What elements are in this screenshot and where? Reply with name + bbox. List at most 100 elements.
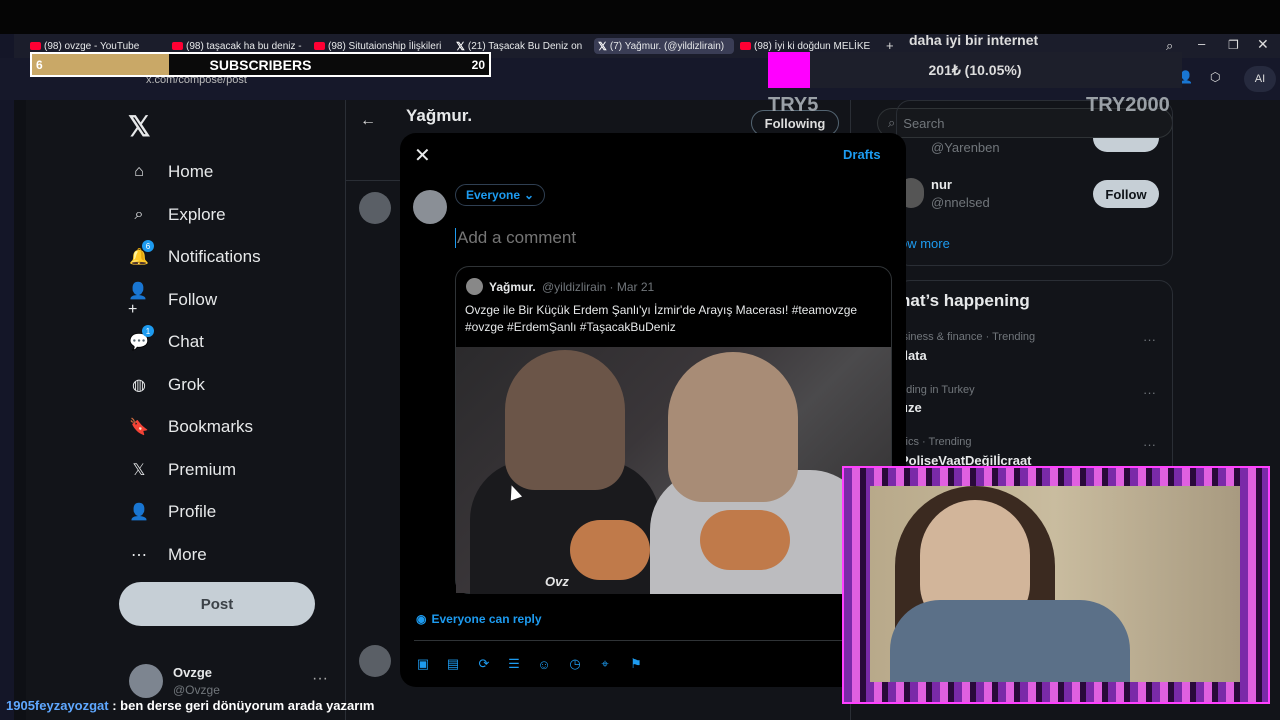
- donation-max-label: TRY2000: [1086, 94, 1170, 116]
- x-icon: 𝕏: [132, 461, 146, 479]
- extension-icon[interactable]: ⬡: [1210, 70, 1230, 90]
- show-more-link[interactable]: ow more: [900, 236, 950, 251]
- browser-side-rail: [0, 34, 14, 720]
- gif-icon[interactable]: ▤: [445, 656, 461, 672]
- x-icon: 𝕏: [456, 40, 465, 53]
- trend-more-icon[interactable]: ···: [1143, 437, 1156, 452]
- sidebar-item-label: More: [168, 544, 207, 564]
- avatar: [359, 192, 391, 224]
- sidebar-item-profile[interactable]: 👤 Profile: [128, 497, 216, 527]
- donation-min-label: TRY5: [768, 94, 819, 116]
- sidebar-item-label: Grok: [168, 374, 205, 394]
- chevron-down-icon: ⌄: [524, 188, 535, 202]
- trend-meta: nding in Turkey: [900, 384, 975, 396]
- reply-setting-button[interactable]: ◉ Everyone can reply: [416, 612, 542, 626]
- bookmark-icon: 🔖: [129, 419, 149, 436]
- back-arrow-icon[interactable]: ←: [360, 112, 376, 130]
- notification-badge: 1: [142, 325, 154, 337]
- sidebar-item-label: Explore: [168, 204, 226, 224]
- avatar: [413, 190, 447, 224]
- sidebar-item-follow[interactable]: 👤+ Follow: [128, 283, 218, 318]
- sidebar-item-grok[interactable]: ◍ Grok: [128, 370, 205, 400]
- poll-icon[interactable]: ☰: [506, 656, 522, 672]
- post-button[interactable]: Post: [119, 582, 315, 626]
- drafts-button[interactable]: Drafts: [843, 147, 881, 162]
- sidebar-item-label: Chat: [168, 332, 204, 351]
- tab-5[interactable]: 𝕏 (7) Yağmur. (@yildizlirain): [594, 38, 734, 54]
- sidebar-item-home[interactable]: ⌂ Home: [128, 157, 213, 187]
- donation-goal-value: 201₺ (10.05%): [928, 62, 1022, 78]
- search-icon: ⌕: [888, 115, 896, 130]
- divider: [414, 640, 892, 641]
- notification-badge: 6: [142, 240, 154, 252]
- subscriber-goal: 20: [471, 58, 485, 72]
- grok-icon: ◍: [132, 376, 146, 394]
- sidebar-item-explore[interactable]: ⌕ Explore: [128, 200, 226, 230]
- sidebar-item-chat[interactable]: 💬 1 Chat: [128, 325, 204, 357]
- sidebar-item-label: Home: [168, 162, 214, 181]
- media-icon[interactable]: ▣: [415, 656, 431, 672]
- suggestion-name: nur: [931, 177, 952, 192]
- avatar[interactable]: [129, 664, 163, 698]
- location-icon[interactable]: ⌖: [597, 656, 613, 672]
- stream-chat-message: 1905feyzayozgat : ben derse geri dönüyor…: [6, 698, 374, 713]
- avatar: [359, 645, 391, 677]
- image-content: [668, 352, 798, 502]
- follow-button[interactable]: Follow: [1093, 180, 1159, 208]
- trend-meta: itics · Trending: [900, 436, 972, 448]
- audience-selector[interactable]: Everyone ⌄: [455, 184, 546, 206]
- ai-button[interactable]: AI: [1244, 66, 1276, 92]
- video-watermark: Ovz: [545, 574, 569, 589]
- more-icon: ⋯: [131, 546, 147, 564]
- x-logo-icon[interactable]: 𝕏: [128, 110, 151, 143]
- grok-icon[interactable]: ⟳: [476, 656, 492, 672]
- flag-icon[interactable]: ⚑: [628, 656, 644, 672]
- image-content: [570, 520, 650, 580]
- youtube-icon: [172, 42, 183, 50]
- sidebar-item-more[interactable]: ⋯ More: [128, 540, 207, 570]
- maximize-icon[interactable]: ❐: [1228, 38, 1239, 52]
- chat-icon: 💬 1: [128, 325, 154, 353]
- youtube-icon: [314, 42, 325, 50]
- sidebar-item-notifications[interactable]: 🔔 6 Notifications: [128, 240, 261, 272]
- account-more-icon[interactable]: ···: [312, 670, 328, 688]
- youtube-icon: [740, 42, 751, 50]
- trend-more-icon[interactable]: ···: [1143, 332, 1156, 347]
- account-handle: @Ovzge: [173, 683, 220, 697]
- new-tab-button[interactable]: +: [886, 38, 894, 53]
- quote-text: Ovzge ile Bir Küçük Erdem Şanlı'yı İzmir…: [465, 303, 858, 334]
- sidebar-item-label: Follow: [168, 289, 218, 309]
- sidebar-item-label: Premium: [168, 459, 237, 479]
- compose-textarea[interactable]: [455, 228, 875, 248]
- quote-author-handle: @yildizlirain · Mar 21: [542, 280, 655, 294]
- trend-more-icon[interactable]: ···: [1143, 385, 1156, 400]
- image-content: [700, 510, 790, 570]
- stream-top-bar: [0, 0, 1280, 34]
- sidebar-item-premium[interactable]: 𝕏 Premium: [128, 455, 236, 485]
- close-window-icon[interactable]: ✕: [1257, 36, 1269, 53]
- sidebar-item-label: Notifications: [168, 247, 261, 266]
- image-content: [505, 350, 625, 490]
- emoji-icon[interactable]: ☺: [536, 656, 552, 672]
- person-icon: 👤: [129, 504, 149, 521]
- home-icon: ⌂: [134, 163, 144, 180]
- subscriber-label: SUBSCRIBERS: [209, 57, 312, 73]
- schedule-icon[interactable]: ◷: [567, 656, 583, 672]
- follow-button[interactable]: [1093, 138, 1159, 152]
- suggestion-handle: @Yarenben: [931, 140, 1000, 155]
- x-icon: 𝕏: [598, 40, 607, 53]
- suggestion-handle: @nnelsed: [931, 195, 990, 210]
- trend-meta: isiness & finance · Trending: [900, 331, 1036, 343]
- avatar: [466, 278, 483, 295]
- close-icon[interactable]: ✕: [414, 143, 431, 168]
- chat-username: 1905feyzayozgat: [6, 698, 109, 713]
- globe-icon: ◉: [416, 612, 427, 626]
- sidebar-item-bookmarks[interactable]: 🔖 Bookmarks: [128, 412, 253, 442]
- quote-author-name: Yağmur.: [489, 280, 536, 294]
- account-name: Ovzge: [173, 665, 213, 680]
- chat-text: : ben derse geri dönüyorum arada yazarım: [108, 698, 375, 713]
- sidebar-item-label: Bookmarks: [168, 417, 254, 436]
- donation-goal-title: daha iyi bir internet: [909, 32, 1039, 48]
- sidebar-item-label: Profile: [168, 502, 217, 521]
- minimize-icon[interactable]: –: [1198, 36, 1205, 51]
